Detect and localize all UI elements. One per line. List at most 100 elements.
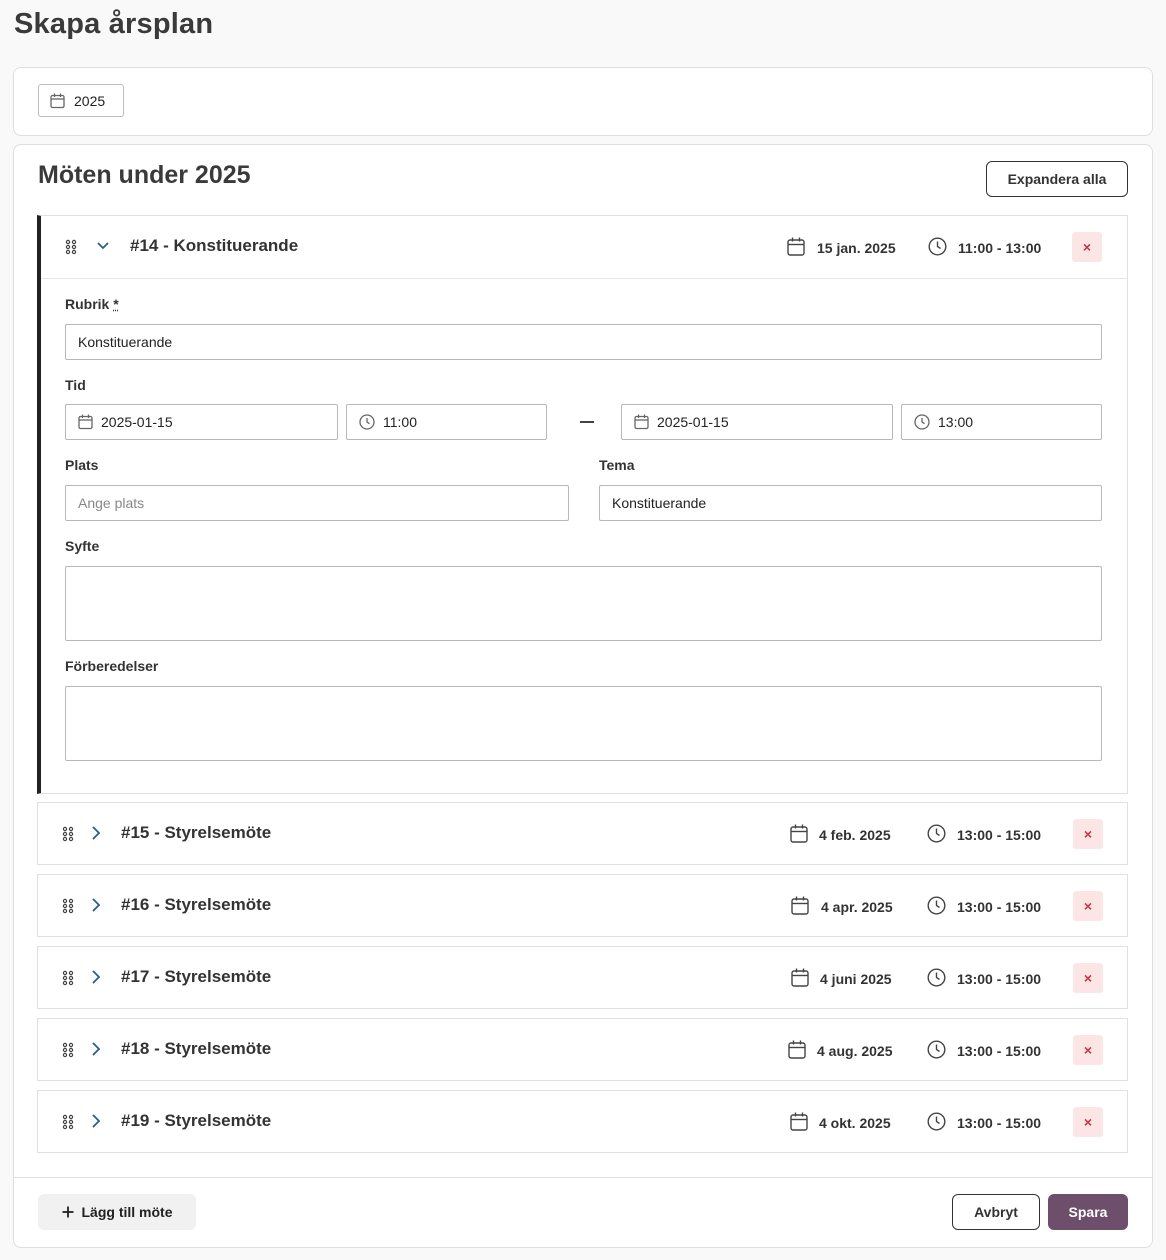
plats-input[interactable]: Ange plats xyxy=(65,485,569,521)
drag-handle-icon[interactable] xyxy=(62,826,74,842)
range-separator xyxy=(580,421,594,423)
forberedelser-textarea[interactable] xyxy=(65,686,1102,761)
meeting-title: #14 - Konstituerande xyxy=(130,236,299,255)
meeting-time: 13:00 - 15:00 xyxy=(957,1115,1042,1131)
expand-all-button[interactable]: Expandera alla xyxy=(986,161,1128,197)
calendar-icon xyxy=(634,414,649,430)
clock-icon xyxy=(927,1040,946,1059)
chevron-right-icon[interactable] xyxy=(88,1041,104,1057)
section-title: Möten under 2025 xyxy=(38,161,251,189)
meeting-item-18[interactable]: #18 - Styrelsemöte 4 aug. 2025 13:00 - 1… xyxy=(37,1018,1128,1081)
drag-handle-icon[interactable] xyxy=(62,970,74,986)
close-icon: × xyxy=(1082,239,1092,255)
close-icon: × xyxy=(1083,826,1093,842)
syfte-textarea[interactable] xyxy=(65,566,1102,641)
meeting-date: 4 okt. 2025 xyxy=(819,1115,891,1131)
delete-meeting-button[interactable]: × xyxy=(1073,963,1103,993)
meetings-card: Möten under 2025 Expandera alla #14 - Ko… xyxy=(13,144,1153,1248)
meeting-title: #19 - Styrelsemöte xyxy=(121,1111,272,1130)
calendar-icon xyxy=(50,93,65,109)
rubrik-input[interactable]: Konstituerande xyxy=(65,324,1102,360)
tema-value: Konstituerande xyxy=(612,495,707,511)
tema-input[interactable]: Konstituerande xyxy=(599,485,1102,521)
plats-placeholder: Ange plats xyxy=(78,495,145,511)
chevron-right-icon[interactable] xyxy=(88,825,104,841)
calendar-icon xyxy=(791,896,809,915)
meeting-date: 4 juni 2025 xyxy=(820,971,892,987)
start-date-input[interactable]: 2025-01-15 xyxy=(65,404,338,440)
end-time-input[interactable]: 13:00 xyxy=(901,404,1102,440)
start-time-input[interactable]: 11:00 xyxy=(346,404,547,440)
meeting-date: 4 feb. 2025 xyxy=(819,827,891,843)
year-card: 2025 xyxy=(13,67,1153,136)
meeting-time: 13:00 - 15:00 xyxy=(957,827,1042,843)
meeting-item-14: #14 - Konstituerande 15 jan. 2025 11:00 … xyxy=(37,215,1128,794)
meeting-item-19[interactable]: #19 - Styrelsemöte 4 okt. 2025 13:00 - 1… xyxy=(37,1090,1128,1153)
clock-icon xyxy=(359,414,375,430)
chevron-right-icon[interactable] xyxy=(88,969,104,985)
calendar-icon xyxy=(78,414,93,430)
meeting-form: Rubrik * Konstituerande Tid 2025-01-15 1… xyxy=(41,278,1127,793)
chevron-right-icon[interactable] xyxy=(88,1113,104,1129)
meeting-item-17[interactable]: #17 - Styrelsemöte 4 juni 2025 13:00 - 1… xyxy=(37,946,1128,1009)
meeting-title: #15 - Styrelsemöte xyxy=(121,823,272,842)
add-meeting-label: Lägg till möte xyxy=(81,1204,173,1220)
delete-meeting-button[interactable]: × xyxy=(1073,1107,1103,1137)
meeting-item-16[interactable]: #16 - Styrelsemöte 4 apr. 2025 13:00 - 1… xyxy=(37,874,1128,937)
clock-icon xyxy=(927,824,946,843)
tid-label: Tid xyxy=(65,377,86,393)
drag-handle-icon[interactable] xyxy=(65,239,77,255)
cancel-button[interactable]: Avbryt xyxy=(952,1194,1040,1230)
meeting-item-15[interactable]: #15 - Styrelsemöte 4 feb. 2025 13:00 - 1… xyxy=(37,802,1128,865)
chevron-down-icon[interactable] xyxy=(95,238,111,254)
end-date-value: 2025-01-15 xyxy=(657,414,729,430)
save-button[interactable]: Spara xyxy=(1048,1194,1128,1230)
rubrik-value: Konstituerande xyxy=(78,334,173,350)
delete-meeting-button[interactable]: × xyxy=(1073,819,1103,849)
delete-meeting-button[interactable]: × xyxy=(1073,891,1103,921)
calendar-icon xyxy=(791,968,809,987)
calendar-icon xyxy=(790,1112,808,1131)
start-time-value: 11:00 xyxy=(383,414,417,430)
meeting-time: 13:00 - 15:00 xyxy=(957,971,1042,987)
drag-handle-icon[interactable] xyxy=(62,1042,74,1058)
tema-label: Tema xyxy=(599,457,635,473)
required-mark: * xyxy=(113,296,119,312)
calendar-icon xyxy=(788,1040,806,1059)
delete-meeting-button[interactable]: × xyxy=(1072,232,1102,262)
add-meeting-button[interactable]: Lägg till möte xyxy=(38,1194,196,1230)
close-icon: × xyxy=(1083,898,1093,914)
drag-handle-icon[interactable] xyxy=(62,898,74,914)
chevron-right-icon[interactable] xyxy=(88,897,104,913)
close-icon: × xyxy=(1083,1114,1093,1130)
meeting-date: 15 jan. 2025 xyxy=(817,240,896,256)
clock-icon xyxy=(927,968,946,987)
end-time-value: 13:00 xyxy=(938,414,974,430)
drag-handle-icon[interactable] xyxy=(62,1114,74,1130)
syfte-label: Syfte xyxy=(65,538,100,554)
meeting-title: #18 - Styrelsemöte xyxy=(121,1039,272,1058)
meeting-title: #17 - Styrelsemöte xyxy=(121,967,272,986)
meeting-title: #16 - Styrelsemöte xyxy=(121,895,272,914)
plats-label: Plats xyxy=(65,457,99,473)
page-title: Skapa årsplan xyxy=(14,8,214,40)
close-icon: × xyxy=(1083,1042,1093,1058)
delete-meeting-button[interactable]: × xyxy=(1073,1035,1103,1065)
meeting-date: 4 apr. 2025 xyxy=(821,899,893,915)
start-date-value: 2025-01-15 xyxy=(101,414,173,430)
year-picker[interactable]: 2025 xyxy=(38,84,124,117)
meeting-date: 4 aug. 2025 xyxy=(817,1043,893,1059)
rubrik-label: Rubrik * xyxy=(65,296,119,312)
close-icon: × xyxy=(1083,970,1093,986)
plus-icon xyxy=(62,1206,74,1218)
meeting-time: 13:00 - 15:00 xyxy=(957,1043,1042,1059)
clock-icon xyxy=(928,237,947,256)
meeting-header[interactable]: #14 - Konstituerande 15 jan. 2025 11:00 … xyxy=(41,216,1127,278)
forberedelser-label: Förberedelser xyxy=(65,658,159,674)
calendar-icon xyxy=(790,824,808,843)
clock-icon xyxy=(927,896,946,915)
end-date-input[interactable]: 2025-01-15 xyxy=(621,404,893,440)
meeting-time: 11:00 - 13:00 xyxy=(958,240,1042,256)
footer-divider xyxy=(14,1177,1152,1178)
year-value: 2025 xyxy=(74,92,106,109)
